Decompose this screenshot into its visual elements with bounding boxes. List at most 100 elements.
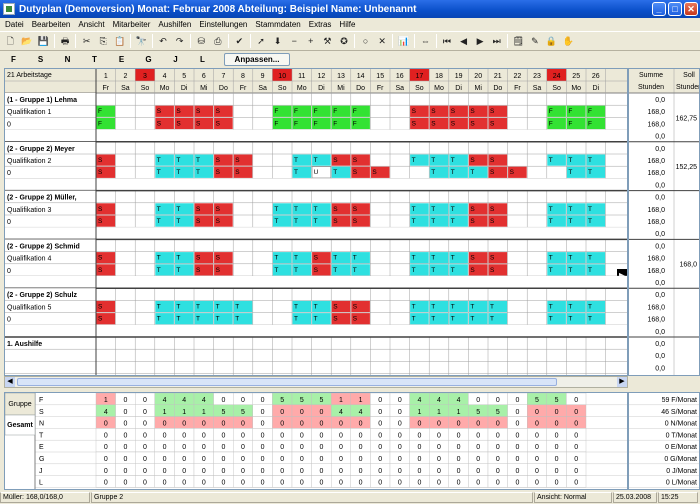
day-number[interactable]: 14 [357, 73, 365, 80]
mark-icon[interactable]: ✪ [337, 34, 351, 48]
menu-stammdaten[interactable]: Stammdaten [255, 20, 300, 29]
day-number[interactable]: 9 [261, 73, 265, 80]
menu-hilfe[interactable]: Hilfe [339, 20, 355, 29]
hand-icon[interactable]: ✋ [561, 34, 575, 48]
weekday-label: Di [455, 85, 462, 92]
toolbar-separator [507, 34, 509, 48]
cut-icon[interactable]: ✂ [80, 34, 94, 48]
shift-cell-code: T [549, 316, 553, 323]
resize-icon[interactable]: ⇔ [418, 34, 432, 48]
day-number[interactable]: 2 [123, 73, 127, 80]
menu-ansicht[interactable]: Ansicht [78, 20, 104, 29]
scroll-thumb[interactable] [17, 378, 557, 386]
day-number[interactable]: 4 [163, 73, 167, 80]
horizontal-scrollbar[interactable]: ◀ ▶ [4, 376, 628, 388]
save-icon[interactable]: 💾 [36, 34, 50, 48]
menu-mitarbeiter[interactable]: Mitarbeiter [113, 20, 151, 29]
anpassen-button[interactable]: Anpassen... [224, 53, 290, 66]
paste-icon[interactable]: 📋 [113, 34, 127, 48]
print-icon[interactable]: 🖶 [58, 34, 72, 48]
shift-cell-code: S [333, 218, 338, 225]
database-icon[interactable]: ⛁ [194, 34, 208, 48]
day-number[interactable]: 3 [143, 73, 147, 80]
day-number[interactable]: 19 [455, 73, 463, 80]
shift-code-f[interactable]: F [0, 55, 27, 64]
day-number[interactable]: 13 [337, 73, 345, 80]
day-number[interactable]: 16 [396, 73, 404, 80]
day-number[interactable]: 8 [241, 73, 245, 80]
day-number[interactable]: 11 [298, 73, 305, 80]
group-name[interactable]: (1 - Gruppe 1) Lehma [7, 97, 77, 104]
day-number[interactable]: 24 [553, 73, 561, 80]
day-number[interactable]: 22 [514, 73, 522, 80]
duty-grid-canvas[interactable]: 21 Arbeitstage 1 Fr 2 Sa 3 So 4 Mo 5 Di 6 Mi 7 Do 8 Fr 9 S… [5, 69, 627, 387]
day-number[interactable]: 17 [416, 73, 424, 80]
redo-icon[interactable]: ↷ [173, 34, 187, 48]
menu-bearbeiten[interactable]: Bearbeiten [32, 20, 71, 29]
pointer-icon[interactable]: ➚ [254, 34, 268, 48]
shift-cell-code: T [568, 303, 572, 310]
circle-icon[interactable]: ○ [359, 34, 373, 48]
shift-cell-code: T [588, 303, 592, 310]
undo-icon[interactable]: ↶ [156, 34, 170, 48]
chart-icon[interactable]: 📊 [397, 34, 411, 48]
maximize-button[interactable]: □ [668, 2, 682, 16]
day-number[interactable]: 20 [474, 73, 482, 80]
day-number[interactable]: 7 [221, 73, 225, 80]
shift-code-e[interactable]: E [108, 55, 135, 64]
shift-code-j[interactable]: J [162, 55, 189, 64]
prev-icon[interactable]: ◀ [457, 34, 471, 48]
day-number[interactable]: 15 [376, 73, 384, 80]
group-name[interactable]: (2 - Gruppe 2) Schulz [7, 292, 78, 299]
scroll-left-icon[interactable]: ◀ [5, 377, 15, 387]
plus-icon[interactable]: + [304, 34, 318, 48]
check-icon[interactable]: ✔ [232, 34, 246, 48]
export-icon[interactable]: ⎙ [211, 34, 225, 48]
aushilfe-name[interactable]: 1. Aushilfe [7, 341, 42, 348]
group-name[interactable]: (2 - Gruppe 2) Müller, [7, 195, 77, 202]
menu-extras[interactable]: Extras [309, 20, 332, 29]
count-value: 0 [417, 468, 421, 475]
day-number[interactable]: 5 [182, 73, 186, 80]
day-number[interactable]: 23 [533, 73, 541, 80]
day-number[interactable]: 1 [104, 73, 108, 80]
count-value: 0 [574, 456, 578, 463]
delete-icon[interactable]: ✕ [375, 34, 389, 48]
duty-grid[interactable]: 21 Arbeitstage 1 Fr 2 Sa 3 So 4 Mo 5 Di 6 Mi 7 Do 8 Fr 9 S… [4, 68, 628, 387]
scroll-right-icon[interactable]: ▶ [617, 377, 627, 387]
menu-datei[interactable]: Datei [5, 20, 24, 29]
group-name[interactable]: (2 - Gruppe 2) Meyer [7, 146, 75, 153]
day-number[interactable]: 25 [572, 73, 580, 80]
close-button[interactable]: ✕ [684, 2, 698, 16]
edit-icon[interactable]: ✎ [528, 34, 542, 48]
tab-gesamt-label[interactable]: Gesamt [7, 422, 33, 429]
new-icon[interactable]: 🗋 [3, 34, 17, 48]
last-icon[interactable]: ⏭ [490, 34, 504, 48]
minus-icon[interactable]: − [287, 34, 301, 48]
menu-aushilfen[interactable]: Aushilfen [158, 20, 191, 29]
minimize-button[interactable]: _ [652, 2, 666, 16]
day-number[interactable]: 12 [318, 73, 326, 80]
shift-code-n[interactable]: N [54, 55, 81, 64]
shift-code-t[interactable]: T [81, 55, 108, 64]
find-icon[interactable]: 🔭 [134, 34, 148, 48]
day-number[interactable]: 18 [435, 73, 443, 80]
menu-einstellungen[interactable]: Einstellungen [199, 20, 247, 29]
note-icon[interactable]: 🗒 [511, 34, 525, 48]
lock-icon[interactable]: 🔒 [545, 34, 559, 48]
next-icon[interactable]: ▶ [473, 34, 487, 48]
arrow-down-icon[interactable]: ⬇ [271, 34, 285, 48]
day-number[interactable]: 10 [278, 73, 286, 80]
tools-icon[interactable]: ⚒ [320, 34, 334, 48]
open-icon[interactable]: 📂 [20, 34, 34, 48]
shift-code-g[interactable]: G [135, 55, 162, 64]
first-icon[interactable]: ⏮ [440, 34, 454, 48]
tab-gruppe-label[interactable]: Gruppe [8, 401, 31, 408]
day-number[interactable]: 6 [202, 73, 206, 80]
day-number[interactable]: 21 [494, 73, 502, 80]
day-number[interactable]: 26 [592, 73, 600, 80]
shift-code-s[interactable]: S [27, 55, 54, 64]
group-name[interactable]: (2 - Gruppe 2) Schmid [7, 243, 80, 250]
copy-icon[interactable]: ⎘ [96, 34, 110, 48]
shift-code-l[interactable]: L [189, 55, 216, 64]
